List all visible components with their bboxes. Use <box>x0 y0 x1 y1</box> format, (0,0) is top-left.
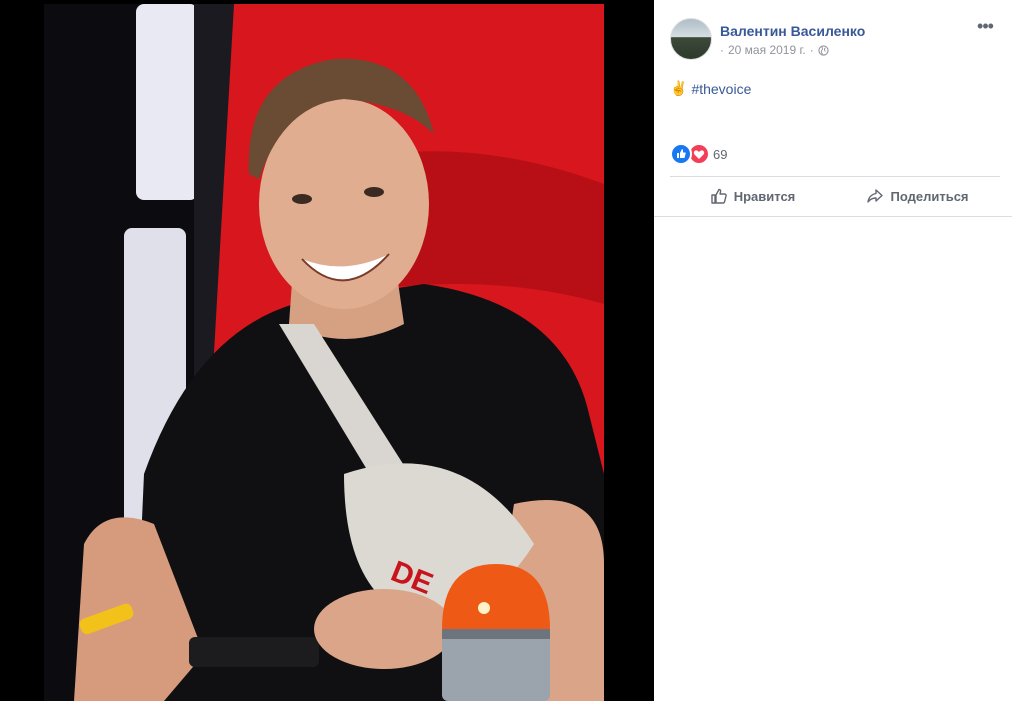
post-sidebar: Валентин Василенко · 20 мая 2019 г. · ••… <box>654 0 1012 701</box>
victory-hand-icon: ✌ <box>670 80 688 96</box>
more-options-icon[interactable]: ••• <box>974 17 996 38</box>
like-button[interactable]: Нравится <box>670 177 835 215</box>
post-actions: Нравится Поделиться <box>670 177 1000 215</box>
date-prefix: · <box>720 43 724 57</box>
share-button[interactable]: Поделиться <box>835 177 1000 215</box>
globe-icon <box>818 44 829 56</box>
share-arrow-icon <box>867 189 884 203</box>
author-name[interactable]: Валентин Василенко <box>720 23 865 39</box>
photo-illustration: DE <box>44 4 604 701</box>
post-photo[interactable]: DE <box>44 4 604 701</box>
date-suffix: · <box>809 43 814 57</box>
share-label: Поделиться <box>890 188 969 204</box>
hashtag-link[interactable]: #thevoice <box>691 81 751 97</box>
post-meta: · 20 мая 2019 г. · <box>720 43 829 57</box>
post-date[interactable]: 20 мая 2019 г. <box>728 43 806 57</box>
divider <box>654 216 1012 217</box>
thumbs-up-icon <box>711 188 727 204</box>
reaction-count: 69 <box>713 146 728 162</box>
like-icon <box>670 143 692 165</box>
reactions-summary[interactable]: 69 <box>670 143 727 165</box>
post-text: ✌ #thevoice <box>670 80 751 97</box>
author-avatar[interactable] <box>670 18 712 60</box>
photo-viewer: DE <box>0 0 654 701</box>
like-label: Нравится <box>733 188 796 204</box>
post-header: Валентин Василенко · 20 мая 2019 г. · ••… <box>670 17 1000 62</box>
